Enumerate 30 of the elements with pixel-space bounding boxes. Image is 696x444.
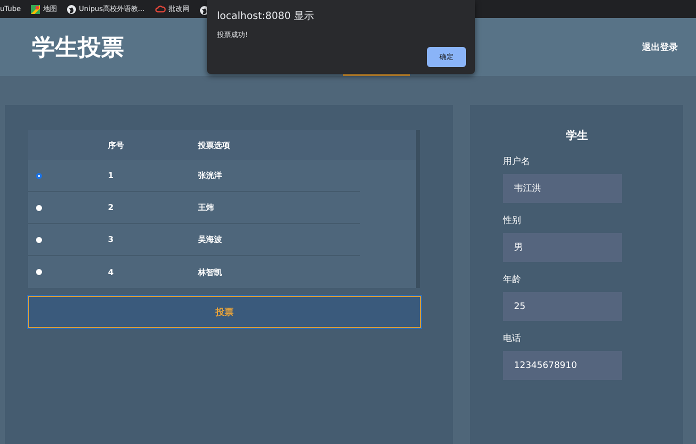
logout-link[interactable]: 退出登录 [642,40,678,54]
field-label: 性别 [503,214,522,227]
column-header: 序号 [108,140,125,150]
cloud-icon [154,5,166,13]
field-label: 电话 [503,332,522,345]
input-field[interactable]: 12345678910 [503,351,622,380]
map-icon [30,4,40,14]
input-field[interactable]: 25 [503,292,622,321]
input-field[interactable]: 韦江洪 [503,174,622,203]
input-field[interactable]: 男 [503,233,622,262]
column-header: 投票选项 [198,140,230,150]
field-label: 用户名 [503,156,531,168]
table-cell-text: 2 [108,203,115,212]
table-cell-text: 3 [108,235,115,244]
globe-icon [66,4,76,14]
panel-title: 学生 [565,128,589,143]
radio-button[interactable] [36,204,42,210]
radio-button[interactable] [36,269,42,275]
table-cell: 王炜 [198,202,214,213]
vote-button[interactable]: 投票 [28,296,421,328]
table-cell: 张洸洋 [198,170,222,181]
table-cell: 吴海波 [198,234,222,245]
field-label: 年龄 [503,274,522,286]
page-title: 学生投票 [32,34,124,62]
table-cell-text: 4 [108,268,115,276]
dialog-title: localhost:8080 显示 [217,10,315,23]
radio-button[interactable] [36,236,42,242]
table-cell-text: 1 [108,171,115,180]
table-cell: 林智凯 [198,266,222,278]
radio-button[interactable] [36,172,42,178]
